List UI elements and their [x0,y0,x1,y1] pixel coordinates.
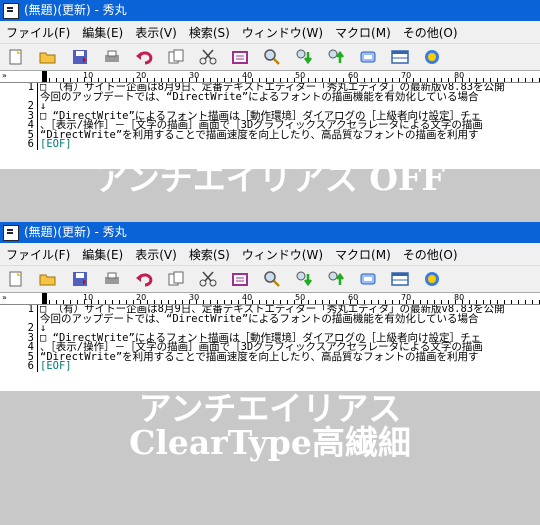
ruler-mark: 60 [348,293,359,302]
cut-icon[interactable] [196,47,219,67]
ruler-mark: 40 [242,293,253,302]
search-icon[interactable] [260,47,283,67]
open-folder-icon[interactable] [36,47,59,67]
editor-window-antialias-cleartype: (無題)(更新) - 秀丸ファイル(F) 編集(E) 表示(V) 検索(S) ウィンドウ… [0,222,540,525]
replace-icon[interactable] [356,47,379,67]
text-editor[interactable]: 1 □ （有）サイトー企画は8月9日、定番テキストエディター「秀丸エディタ」の最… [0,305,540,391]
ruler-mark: 30 [189,71,200,80]
ruler-mark: 80 [454,293,465,302]
editor-line: 今回のアップデートでは、“DirectWrite”によるフォントの描画機能を有効… [0,90,540,103]
menu-item[interactable]: マクロ(M) [329,24,397,41]
menu-item[interactable]: 表示(V) [129,24,183,41]
app-icon [3,224,19,241]
window-icon[interactable] [388,269,411,289]
menu-item[interactable]: 検索(S) [183,246,236,263]
caption-line-2: ClearType高繊細 [129,423,411,462]
editor-line: 今回のアップデートでは、“DirectWrite”によるフォントの描画機能を有効… [0,312,540,325]
search-up-icon[interactable] [324,47,347,67]
ruler-cursor [42,71,47,82]
copy-icon[interactable] [164,269,187,289]
line-text: [EOF] [40,360,72,372]
ruler-mark: 70 [401,71,412,80]
ruler-cursor [42,293,47,304]
caption: アンチエイリアス ClearType高繊細 [0,392,540,460]
line-number: 1 [27,305,34,315]
line-text: [EOF] [40,138,72,150]
text-editor[interactable]: 1 □ （有）サイトー企画は8月9日、定番テキストエディター「秀丸エディタ」の最… [0,83,540,169]
undo-icon[interactable] [132,47,155,67]
save-icon[interactable] [68,269,91,289]
window-title: (無題)(更新) - 秀丸 [24,225,127,239]
title-bar: (無題)(更新) - 秀丸 [0,0,540,21]
search-down-icon[interactable] [292,269,315,289]
line-number: 6 [27,360,34,372]
menu-item[interactable]: その他(O) [397,24,464,41]
menu-item[interactable]: ウィンドウ(W) [236,246,329,263]
editor-window-antialias-off: (無題)(更新) - 秀丸ファイル(F) 編集(E) 表示(V) 検索(S) ウィンドウ… [0,0,540,222]
ruler-prefix: » [2,71,7,80]
menu-item[interactable]: 表示(V) [129,246,183,263]
toolbar [0,266,540,293]
app-icon [3,2,19,19]
cut-icon[interactable] [196,269,219,289]
ruler: » 10 20 30 40 50 60 70 80 [0,293,540,305]
print-icon[interactable] [100,269,123,289]
search-down-icon[interactable] [292,47,315,67]
ruler-mark: 10 [83,293,94,302]
print-icon[interactable] [100,47,123,67]
menu-bar: ファイル(F) 編集(E) 表示(V) 検索(S) ウィンドウ(W) マクロ(M) その他(… [0,243,540,266]
help-icon[interactable] [420,269,443,289]
line-number: 6 [27,138,34,150]
menu-bar: ファイル(F) 編集(E) 表示(V) 検索(S) ウィンドウ(W) マクロ(M) その他(… [0,21,540,44]
editor-line: 6 [EOF] [0,138,540,150]
ruler-mark: 40 [242,71,253,80]
ruler-mark: 50 [295,293,306,302]
replace-icon[interactable] [356,269,379,289]
save-icon[interactable] [68,47,91,67]
line-text: 今回のアップデートでは、“DirectWrite”によるフォントの描画機能を有効… [40,312,479,325]
menu-item[interactable]: ファイル(F) [0,246,76,263]
help-icon[interactable] [420,47,443,67]
window-icon[interactable] [388,47,411,67]
search-icon[interactable] [260,269,283,289]
menu-item[interactable]: その他(O) [397,246,464,263]
paste-icon[interactable] [228,269,251,289]
line-text: “DirectWrite”を利用することで描画速度を向上したり、高品質なフォント… [40,128,479,141]
open-folder-icon[interactable] [36,269,59,289]
ruler-mark: 60 [348,71,359,80]
ruler-mark: 10 [83,71,94,80]
caption-line-1: アンチエイリアス [138,389,402,428]
ruler-prefix: » [2,293,7,302]
window-title: (無題)(更新) - 秀丸 [24,3,127,17]
menu-item[interactable]: ファイル(F) [0,24,76,41]
ruler-mark: 20 [136,293,147,302]
copy-icon[interactable] [164,47,187,67]
ruler-mark: 30 [189,293,200,302]
new-file-icon[interactable] [4,269,27,289]
ruler: » 10 20 30 40 50 60 70 80 [0,71,540,83]
new-file-icon[interactable] [4,47,27,67]
editor-line: 6 [EOF] [0,360,540,372]
toolbar [0,44,540,71]
ruler-mark: 20 [136,71,147,80]
line-number: 1 [27,83,34,93]
caption-line-1: アンチエイリアス OFF [95,159,445,198]
editor-line: 5 “DirectWrite”を利用することで描画速度を向上したり、高品質なフォ… [0,128,540,141]
ruler-mark: 50 [295,71,306,80]
menu-item[interactable]: 編集(E) [76,24,129,41]
undo-icon[interactable] [132,269,155,289]
line-text: “DirectWrite”を利用することで描画速度を向上したり、高品質なフォント… [40,350,479,363]
editor-line: 5 “DirectWrite”を利用することで描画速度を向上したり、高品質なフォ… [0,350,540,363]
ruler-mark: 70 [401,293,412,302]
paste-icon[interactable] [228,47,251,67]
menu-item[interactable]: ウィンドウ(W) [236,24,329,41]
ruler-mark: 80 [454,71,465,80]
caption: アンチエイリアス OFF [0,162,540,196]
menu-item[interactable]: マクロ(M) [329,246,397,263]
menu-item[interactable]: 編集(E) [76,246,129,263]
search-up-icon[interactable] [324,269,347,289]
title-bar: (無題)(更新) - 秀丸 [0,222,540,243]
menu-item[interactable]: 検索(S) [183,24,236,41]
line-text: 今回のアップデートでは、“DirectWrite”によるフォントの描画機能を有効… [40,90,479,103]
